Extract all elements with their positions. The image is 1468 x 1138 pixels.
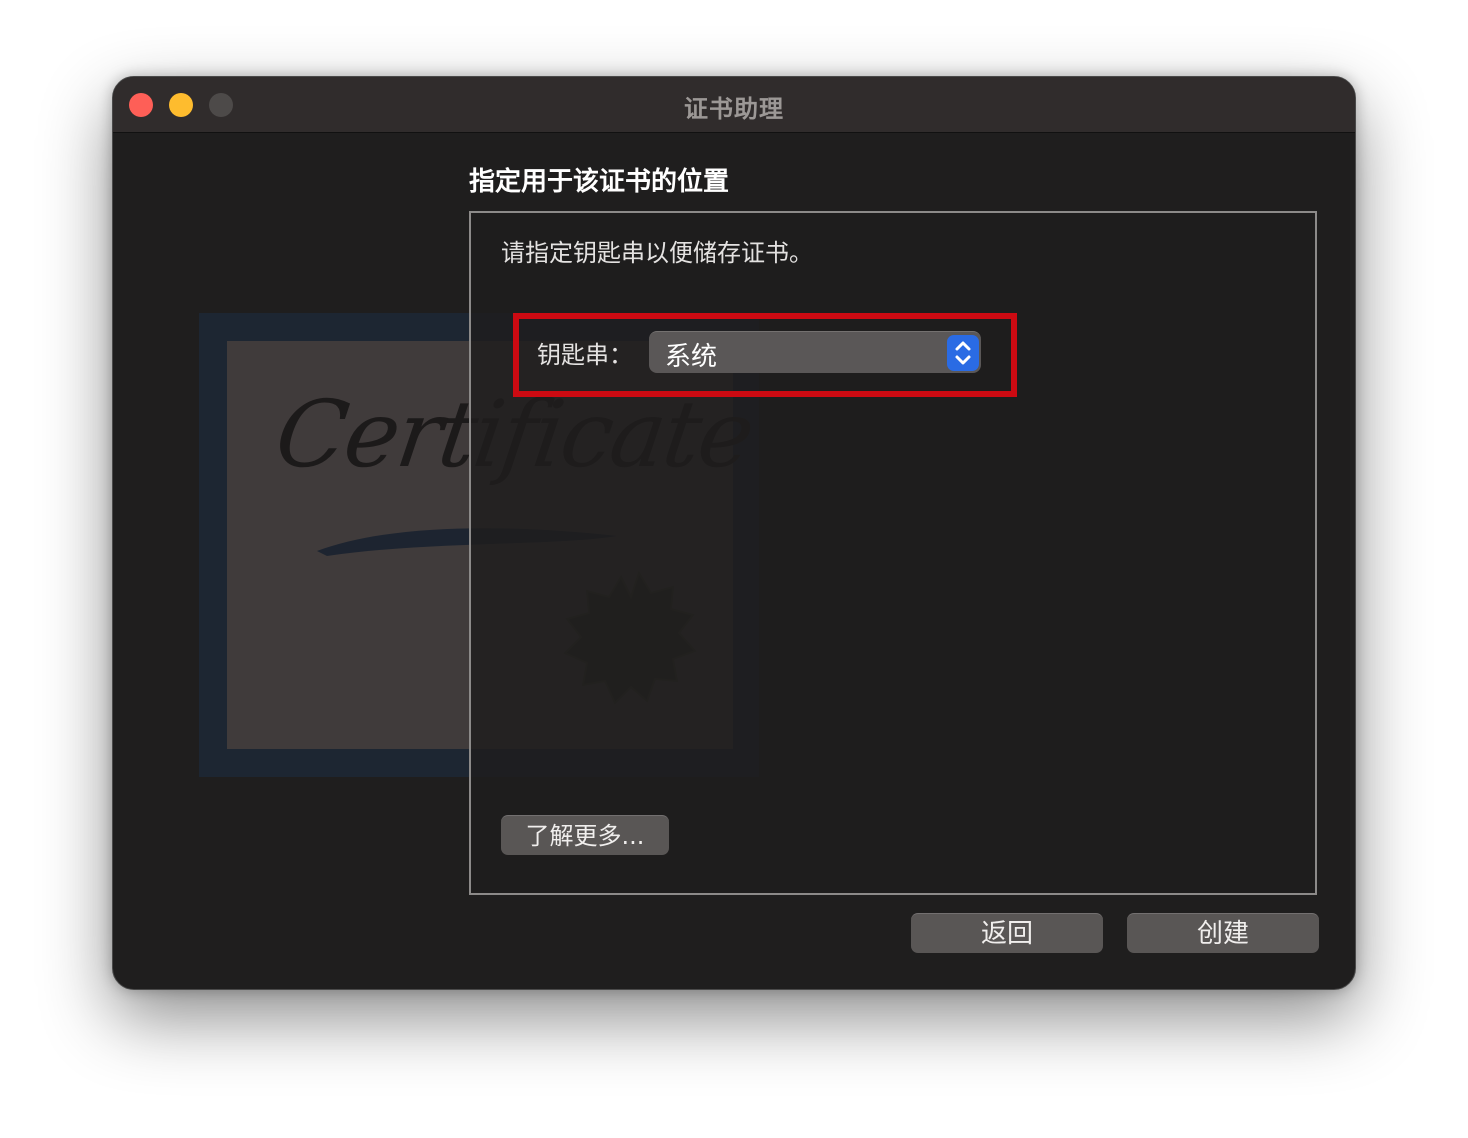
window-title: 证书助理 xyxy=(684,95,784,123)
learn-more-button[interactable]: 了解更多... xyxy=(501,815,669,855)
title-bar: 证书助理 xyxy=(113,77,1355,133)
content-panel: 请指定钥匙串以便储存证书。 钥匙串： 系统 了解更多... xyxy=(469,211,1317,895)
instruction-text: 请指定钥匙串以便储存证书。 xyxy=(501,239,813,267)
certificate-assistant-window: 证书助理 Certificate 指定用于该证书的位置 请指定钥匙串以便储存证书… xyxy=(112,76,1356,990)
back-button[interactable]: 返回 xyxy=(911,913,1103,953)
keychain-label: 钥匙串： xyxy=(537,341,633,369)
keychain-popup[interactable]: 系统 xyxy=(649,331,981,373)
page-heading: 指定用于该证书的位置 xyxy=(469,167,730,197)
keychain-selected-value: 系统 xyxy=(665,342,718,372)
create-button[interactable]: 创建 xyxy=(1127,913,1319,953)
chevron-up-down-icon[interactable] xyxy=(947,335,979,371)
